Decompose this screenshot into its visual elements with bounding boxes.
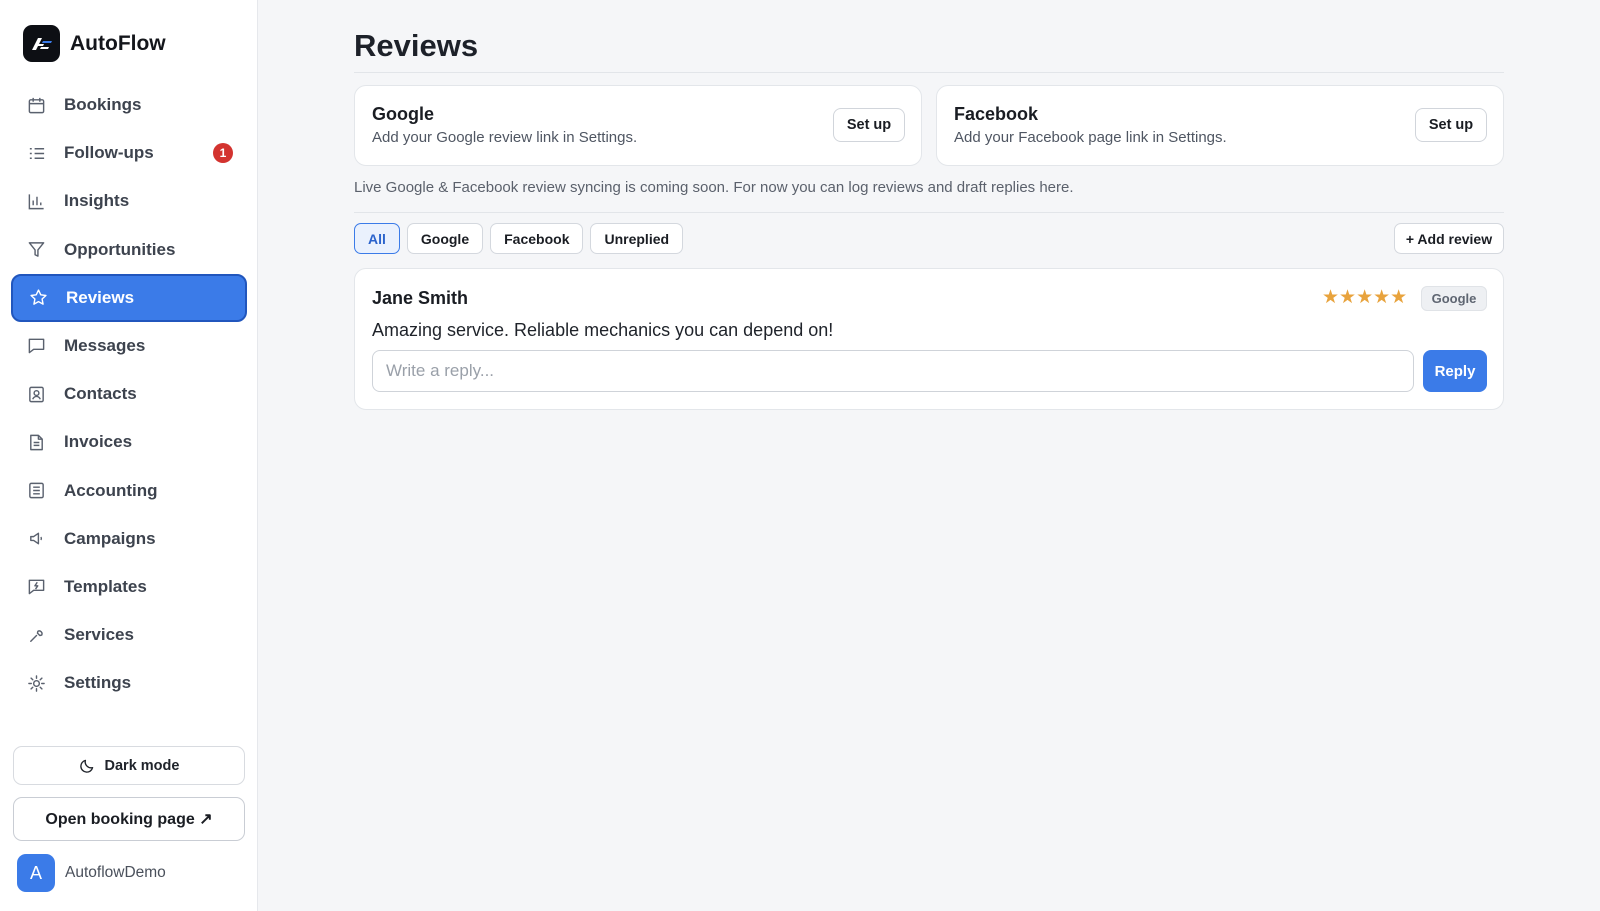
list-icon (26, 143, 46, 163)
message-icon (26, 336, 46, 356)
autoflow-logo (23, 25, 60, 62)
google-integration-card: Google Add your Google review link in Se… (354, 85, 922, 166)
filter-unreplied[interactable]: Unreplied (590, 223, 684, 254)
logo-mark-icon (31, 37, 52, 50)
star-rating: ★★★★★ (1322, 287, 1408, 308)
sidebar-item-services[interactable]: Services (11, 611, 247, 659)
ledger-icon (26, 481, 46, 501)
sidebar-item-label: Campaigns (64, 528, 156, 548)
sidebar-item-label: Services (64, 625, 134, 645)
filter-facebook[interactable]: Facebook (490, 223, 584, 254)
filter-google[interactable]: Google (406, 223, 484, 254)
wrench-icon (26, 625, 46, 645)
sidebar-item-messages[interactable]: Messages (11, 322, 247, 370)
filter-divider (354, 212, 1504, 213)
sidebar-item-label: Settings (64, 673, 132, 693)
sidebar: AutoFlow Bookings Follow-ups 1 Insights (0, 0, 258, 911)
review-filters: All Google Facebook Unreplied (354, 223, 690, 254)
open-booking-page-button[interactable]: Open booking page ↗ (13, 797, 245, 841)
sidebar-item-label: Opportunities (64, 239, 176, 259)
sidebar-item-accounting[interactable]: Accounting (11, 467, 247, 515)
reply-input[interactable] (372, 350, 1414, 392)
filter-icon (26, 240, 46, 260)
sidebar-item-label: Insights (64, 191, 130, 211)
sidebar-item-follow-ups[interactable]: Follow-ups 1 (11, 129, 247, 177)
dark-mode-toggle[interactable]: Dark mode (13, 746, 245, 785)
facebook-setup-button[interactable]: Set up (1415, 108, 1487, 142)
calendar-icon (26, 95, 46, 115)
megaphone-icon (26, 529, 46, 549)
sidebar-item-settings[interactable]: Settings (11, 659, 247, 707)
review-card: Jane Smith ★★★★★ Google Amazing service.… (354, 268, 1504, 410)
gear-icon (26, 673, 46, 693)
sidebar-item-reviews[interactable]: Reviews (11, 273, 247, 322)
sidebar-item-templates[interactable]: Templates (11, 563, 247, 611)
integration-name: Google (372, 104, 434, 124)
star-icon (28, 288, 48, 308)
reviewer-name: Jane Smith (372, 288, 469, 308)
google-setup-button[interactable]: Set up (833, 108, 905, 142)
integration-description: Add your Facebook page link in Settings. (954, 129, 1227, 146)
integration-name: Facebook (954, 104, 1039, 124)
review-text: Amazing service. Reliable mechanics you … (372, 320, 834, 340)
user-name: AutoflowDemo (65, 864, 166, 881)
sync-info-text: Live Google & Facebook review syncing is… (354, 179, 1074, 196)
review-source-tag: Google (1421, 286, 1487, 311)
page-title: Reviews (354, 28, 479, 63)
integration-description: Add your Google review link in Settings. (372, 129, 638, 146)
sidebar-item-label: Messages (64, 335, 146, 355)
sidebar-item-label: Contacts (64, 384, 137, 404)
sidebar-item-label: Follow-ups (64, 143, 154, 163)
sidebar-item-label: Invoices (64, 432, 133, 452)
contact-icon (26, 384, 46, 404)
document-icon (26, 432, 46, 452)
sidebar-item-contacts[interactable]: Contacts (11, 370, 247, 418)
sidebar-item-bookings[interactable]: Bookings (11, 81, 247, 129)
dark-mode-label: Dark mode (104, 757, 180, 774)
avatar: A (17, 854, 55, 892)
brand[interactable]: AutoFlow (23, 25, 166, 62)
sidebar-item-label: Reviews (66, 287, 135, 307)
sidebar-nav: Bookings Follow-ups 1 Insights Opportuni… (11, 81, 247, 707)
sidebar-item-label: Accounting (64, 480, 158, 500)
facebook-integration-card: Facebook Add your Facebook page link in … (936, 85, 1504, 166)
sidebar-item-campaigns[interactable]: Campaigns (11, 515, 247, 563)
bar-chart-icon (26, 191, 46, 211)
follow-ups-count-badge: 1 (213, 143, 233, 164)
user-profile[interactable]: A AutoflowDemo (17, 854, 166, 892)
sidebar-item-insights[interactable]: Insights (11, 177, 247, 225)
moon-icon (79, 757, 96, 774)
sidebar-item-opportunities[interactable]: Opportunities (11, 226, 247, 274)
sidebar-item-invoices[interactable]: Invoices (11, 418, 247, 466)
template-icon (26, 577, 46, 597)
filter-all[interactable]: All (354, 223, 400, 254)
title-divider (354, 72, 1504, 73)
app-name: AutoFlow (70, 31, 166, 55)
reply-button[interactable]: Reply (1423, 350, 1487, 392)
sidebar-item-label: Templates (64, 576, 147, 596)
add-review-button[interactable]: + Add review (1394, 223, 1504, 254)
sidebar-item-label: Bookings (64, 95, 142, 114)
